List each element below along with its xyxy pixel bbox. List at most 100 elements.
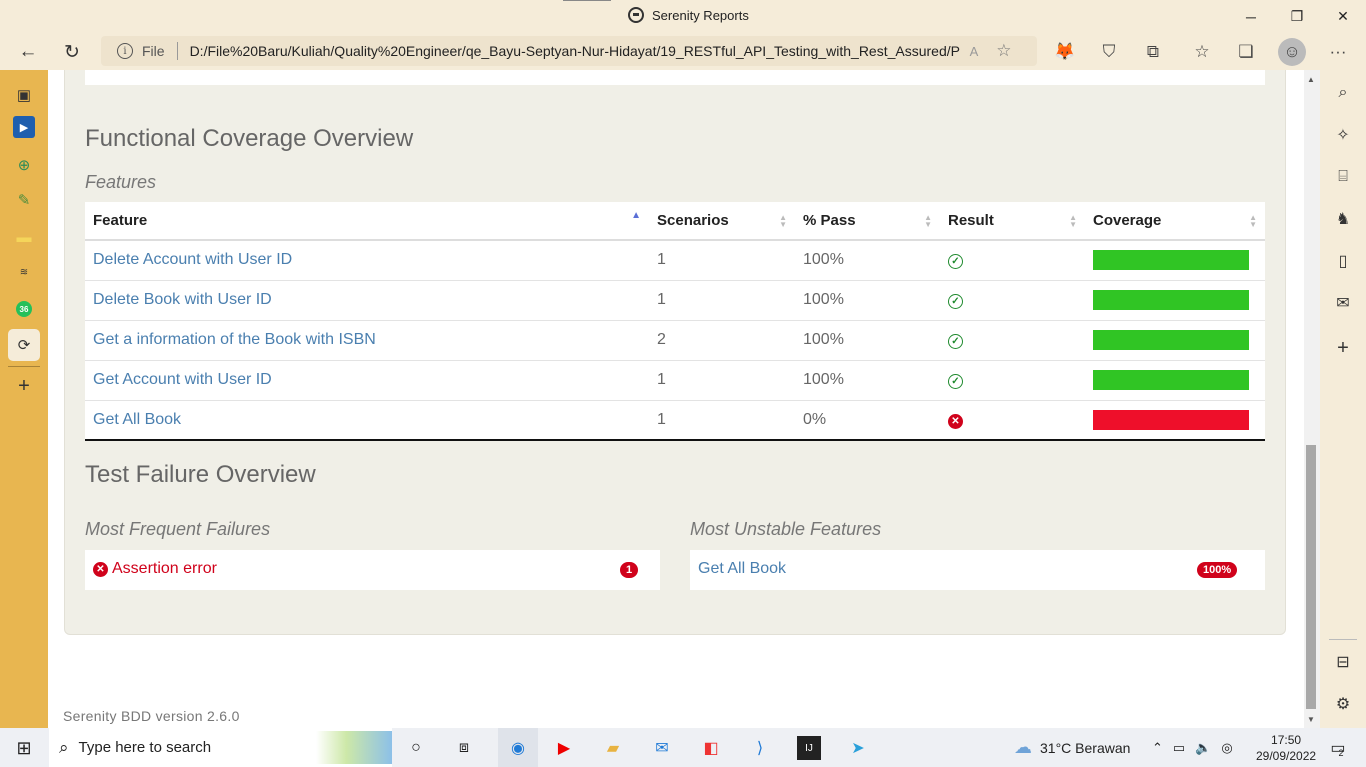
- result-cell: ✓: [940, 359, 1085, 400]
- minimize-button[interactable]: ─: [1228, 0, 1274, 33]
- failure-link[interactable]: ✕ Assertion error: [93, 560, 217, 578]
- column-pass[interactable]: % Pass ▲ ▼: [795, 202, 940, 241]
- media-tab-icon[interactable]: ▶: [13, 116, 35, 138]
- office-taskbar-icon[interactable]: ◧: [696, 733, 726, 763]
- feature-link[interactable]: Delete Book with User ID: [85, 279, 649, 320]
- shield-extension-icon[interactable]: ⛉: [1095, 38, 1123, 66]
- extensions-icon[interactable]: ⧉: [1139, 38, 1167, 66]
- column-pass-label: % Pass: [803, 212, 856, 229]
- edge-taskbar-icon[interactable]: ◉: [498, 728, 538, 767]
- windows-taskbar: ⊞ ⌕ Type here to search ○ ⧈ ◉ ▶ ▰ ✉ ◧ ⟩ …: [0, 728, 1366, 767]
- close-button[interactable]: ✕: [1320, 0, 1366, 33]
- coverage-bar: [1093, 370, 1249, 390]
- scenario-count: 1: [649, 239, 795, 280]
- back-button[interactable]: ←: [13, 37, 43, 67]
- sort-asc-icon: ▲: [631, 210, 641, 221]
- page-scrollbar[interactable]: ▲ ▼: [1304, 70, 1320, 728]
- settings-more-button[interactable]: ···: [1324, 38, 1352, 66]
- column-result[interactable]: Result ▲ ▼: [940, 202, 1085, 241]
- favorite-add-icon[interactable]: ☆: [996, 41, 1011, 61]
- error-icon: ✕: [93, 561, 108, 577]
- column-coverage[interactable]: Coverage ▲ ▼: [1085, 202, 1265, 241]
- games-icon[interactable]: ♞: [1331, 207, 1355, 231]
- pass-rate: 100%: [795, 239, 940, 280]
- pass-rate: 0%: [795, 399, 940, 440]
- address-bar[interactable]: i File D:/File%20Baru/Kuliah/Quality%20E…: [101, 36, 1037, 66]
- passed-check-icon: ✓: [948, 294, 963, 309]
- favorites-icon[interactable]: ☆: [1188, 38, 1216, 66]
- restore-button[interactable]: ❐: [1274, 0, 1320, 33]
- draw-tab-icon[interactable]: ✎: [11, 187, 37, 213]
- tab-actions-icon[interactable]: ▣: [11, 82, 37, 108]
- result-cell: ✓: [940, 239, 1085, 280]
- unstable-feature-link[interactable]: Get All Book: [698, 560, 786, 578]
- task-view-icon[interactable]: ⧈: [449, 733, 479, 763]
- cortana-icon[interactable]: ○: [401, 733, 431, 763]
- scroll-down-icon[interactable]: ▼: [1307, 715, 1315, 724]
- read-aloud-icon[interactable]: A: [970, 44, 979, 59]
- outlook-icon[interactable]: ✉: [1331, 291, 1355, 315]
- cloud-icon: ☁: [1014, 737, 1032, 757]
- site-tab-icon[interactable]: ≋: [11, 259, 37, 285]
- scroll-up-icon[interactable]: ▲: [1307, 75, 1315, 84]
- url-text[interactable]: D:/File%20Baru/Kuliah/Quality%20Engineer…: [190, 43, 960, 59]
- explorer-taskbar-icon[interactable]: ▰: [598, 733, 628, 763]
- feature-link[interactable]: Delete Account with User ID: [85, 239, 649, 280]
- coverage-title: Functional Coverage Overview: [85, 125, 414, 152]
- vscode-taskbar-icon[interactable]: ⟩: [745, 733, 775, 763]
- api-tab-icon[interactable]: ⊕: [11, 152, 37, 178]
- telegram-taskbar-icon[interactable]: ➤: [843, 733, 873, 763]
- start-button[interactable]: ⊞: [9, 733, 39, 763]
- failure-count-badge: 1: [620, 562, 639, 578]
- network-icon[interactable]: ◎: [1221, 740, 1232, 756]
- scenario-count: 1: [649, 399, 795, 440]
- taskbar-search[interactable]: ⌕ Type here to search: [49, 728, 392, 767]
- feature-link[interactable]: Get All Book: [85, 399, 649, 440]
- column-scenarios[interactable]: Scenarios ▲ ▼: [649, 202, 795, 241]
- coverage-bar: [1093, 409, 1249, 430]
- clock[interactable]: 17:50 29/09/2022: [1256, 732, 1316, 764]
- refresh-button[interactable]: ↻: [57, 37, 87, 67]
- new-tab-icon[interactable]: +: [11, 373, 37, 399]
- collections-icon[interactable]: ❏: [1232, 38, 1260, 66]
- sidebar-settings-icon[interactable]: ⚙: [1331, 692, 1355, 716]
- file-label: File: [142, 43, 165, 59]
- folder-tab-icon[interactable]: ▬: [11, 224, 37, 250]
- youtube-taskbar-icon[interactable]: ▶: [549, 733, 579, 763]
- column-feature[interactable]: Feature ▲: [85, 202, 649, 241]
- tab-indicator: [563, 0, 611, 1]
- discover-icon[interactable]: ✧: [1331, 123, 1355, 147]
- intellij-taskbar-icon[interactable]: IJ: [797, 736, 821, 760]
- mail-taskbar-icon[interactable]: ✉: [647, 733, 677, 763]
- clock-date: 29/09/2022: [1256, 749, 1317, 763]
- pass-rate: 100%: [795, 319, 940, 360]
- coverage-bar: [1093, 250, 1249, 271]
- whatsapp-tab-icon[interactable]: 36: [11, 296, 37, 322]
- failure-label: Assertion error: [112, 560, 217, 577]
- feature-link[interactable]: Get a information of the Book with ISBN: [85, 319, 649, 360]
- hide-sidebar-icon[interactable]: ⊟: [1331, 650, 1355, 674]
- browser-toolbar: ← ↻ i File D:/File%20Baru/Kuliah/Quality…: [0, 33, 1366, 70]
- metamask-extension-icon[interactable]: 🦊: [1051, 38, 1079, 66]
- tools-icon[interactable]: ⌸: [1331, 165, 1355, 189]
- volume-icon[interactable]: 🔈: [1195, 740, 1211, 756]
- search-icon[interactable]: ⌕: [1331, 81, 1355, 105]
- battery-icon[interactable]: ▭: [1173, 740, 1185, 756]
- add-sidebar-app-icon[interactable]: +: [1331, 336, 1355, 360]
- notifications-icon[interactable]: ▭ 2: [1322, 733, 1352, 763]
- profile-avatar[interactable]: ☺: [1278, 38, 1306, 66]
- features-table: Feature ▲ Scenarios ▲ ▼ % Pass ▲ ▼ Result ▲ ▼ C…: [85, 202, 1265, 441]
- passed-check-icon: ✓: [948, 254, 963, 270]
- scrollbar-thumb[interactable]: [1306, 445, 1316, 709]
- frequent-failure-item: ✕ Assertion error 1: [85, 550, 660, 590]
- chevron-up-icon[interactable]: ⌃: [1152, 740, 1163, 756]
- info-icon[interactable]: i: [117, 43, 133, 59]
- serenity-tab-icon[interactable]: ⟳: [8, 329, 40, 361]
- unstable-features-subtitle: Most Unstable Features: [690, 519, 882, 539]
- office-icon[interactable]: ▯: [1331, 249, 1355, 273]
- weather-widget[interactable]: ☁ 31°C Berawan: [1014, 728, 1130, 767]
- right-sidebar-divider: [1329, 639, 1357, 640]
- window-title: Serenity Reports: [628, 7, 749, 23]
- unstable-feature-item: Get All Book 100%: [690, 550, 1265, 590]
- feature-link[interactable]: Get Account with User ID: [85, 359, 649, 400]
